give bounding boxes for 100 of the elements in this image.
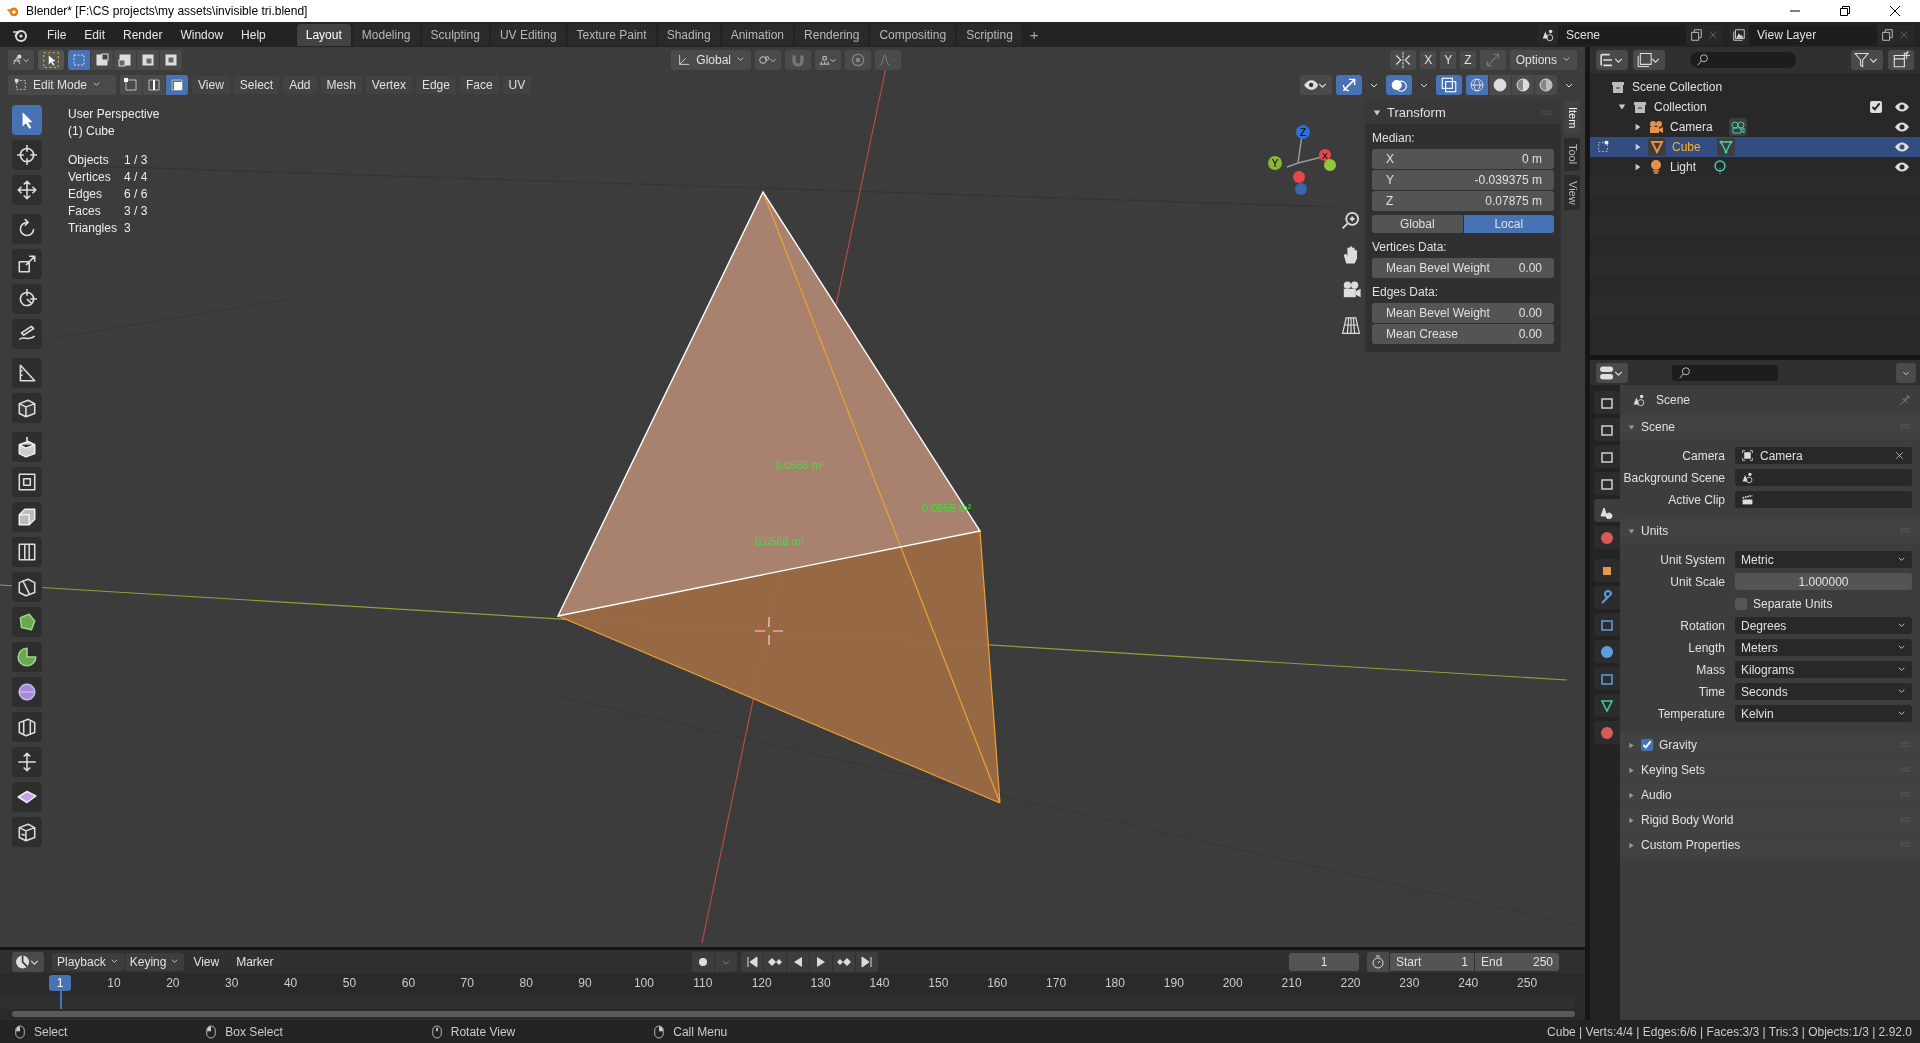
proportional-edit-icon[interactable] [845, 49, 871, 70]
tool-button[interactable] [12, 677, 42, 707]
next-keyframe-icon[interactable] [833, 951, 856, 972]
select-element-button[interactable] [143, 74, 165, 95]
drag-handle-icon[interactable] [1900, 742, 1912, 748]
workspace-tab[interactable]: Animation [721, 23, 794, 46]
expand-arrow-icon[interactable] [1634, 163, 1642, 171]
drag-handle-icon[interactable] [1900, 767, 1912, 773]
close-icon[interactable] [1889, 5, 1901, 17]
properties-tab[interactable] [1594, 499, 1620, 522]
workspace-tab[interactable]: Compositing [870, 23, 956, 46]
sidebar-tab[interactable]: Tool [1564, 138, 1580, 171]
properties-tab[interactable] [1594, 721, 1620, 744]
menu-item[interactable]: Edit [75, 24, 115, 45]
menu-dropdown[interactable]: Playback [52, 952, 124, 971]
tree-item[interactable]: Collection [1654, 100, 1707, 114]
properties-tab[interactable] [1594, 445, 1620, 468]
mode-dropdown[interactable]: Edit Mode [8, 74, 116, 95]
orientation-dropdown[interactable]: Global [671, 49, 751, 70]
panel-header[interactable]: Scene [1620, 415, 1920, 439]
mirror-axis-button[interactable]: Z [1460, 50, 1476, 69]
view-layer-field[interactable]: View Layer [1749, 24, 1877, 45]
properties-tab[interactable] [1594, 559, 1620, 582]
workspace-tab[interactable]: Rendering [795, 23, 869, 46]
toggle-button[interactable]: Local [1463, 215, 1554, 233]
workspace-tab[interactable]: Layout [296, 23, 351, 46]
search-field[interactable] [1672, 364, 1778, 381]
properties-tab[interactable] [1594, 640, 1620, 663]
properties-tab[interactable] [1594, 418, 1620, 441]
options-dropdown[interactable]: Options [1509, 49, 1577, 70]
magnet-icon[interactable] [785, 49, 811, 70]
number-field[interactable]: Mean Crease 0.00 [1372, 324, 1554, 344]
light-data-icon[interactable] [1712, 159, 1729, 175]
tool-button[interactable] [12, 642, 42, 672]
workspace-tab[interactable]: Sculpting [421, 23, 489, 46]
menu-item[interactable]: Window [171, 24, 233, 45]
tool-button[interactable] [12, 817, 42, 847]
camera-data-icon[interactable] [1728, 118, 1747, 136]
tool-button[interactable] [12, 319, 42, 349]
tool-button[interactable] [12, 537, 42, 567]
previous-keyframe-icon[interactable] [764, 951, 787, 972]
properties-tab[interactable] [1594, 667, 1620, 690]
tree-item[interactable]: Camera [1670, 120, 1713, 134]
tool-button[interactable] [12, 607, 42, 637]
pin-icon[interactable] [1898, 393, 1912, 407]
checkbox[interactable] [1641, 739, 1653, 751]
tree-item[interactable]: Scene Collection [1632, 80, 1723, 94]
tool-button[interactable] [12, 467, 42, 497]
editor-type-icon[interactable] [12, 951, 44, 972]
expand-arrow-icon[interactable] [1634, 123, 1642, 131]
menu-item[interactable]: Marker [228, 952, 282, 971]
menu-item[interactable]: Select [233, 75, 280, 94]
new-collection-icon[interactable] [1888, 50, 1914, 70]
dropdown[interactable]: Kilograms [1735, 661, 1912, 678]
panel-header[interactable]: Keying Sets [1620, 758, 1920, 782]
overlay-toggle-button[interactable] [1386, 74, 1412, 95]
scene-field[interactable]: Scene [1558, 24, 1686, 45]
shading-mode-button[interactable] [1466, 74, 1488, 95]
record-icon[interactable] [692, 951, 715, 972]
number-field[interactable]: Z 0.07875 m [1372, 191, 1554, 211]
panel-header[interactable]: Rigid Body World [1620, 808, 1920, 832]
tool-button[interactable] [12, 284, 42, 314]
properties-tab[interactable] [1594, 391, 1620, 414]
outliner-row[interactable]: Camera [1590, 117, 1920, 137]
properties-tab[interactable] [1594, 472, 1620, 495]
selection-mode-button[interactable] [68, 49, 90, 70]
filter-icon[interactable] [1851, 50, 1883, 70]
mirror-axis-button[interactable]: Y [1440, 50, 1457, 69]
tool-button[interactable] [12, 393, 42, 423]
object-field[interactable] [1735, 469, 1912, 486]
checkbox-label[interactable]: Separate Units [1753, 596, 1833, 611]
tool-button[interactable] [12, 105, 42, 135]
number-field[interactable]: Mean Bevel Weight 0.00 [1372, 303, 1554, 323]
drag-handle-icon[interactable] [1900, 424, 1912, 430]
restore-icon[interactable] [1839, 5, 1851, 17]
edit-mode-icon[interactable] [1596, 140, 1610, 154]
pivot-icon[interactable] [755, 49, 781, 70]
shading-mode-button[interactable] [1489, 74, 1511, 95]
object-field[interactable]: Camera [1735, 447, 1912, 464]
drag-handle-icon[interactable] [1900, 792, 1912, 798]
select-element-button[interactable] [120, 74, 142, 95]
drag-handle-icon[interactable] [1900, 842, 1912, 848]
panel-header[interactable]: Audio [1620, 783, 1920, 807]
tool-button[interactable] [12, 572, 42, 602]
tree-item[interactable]: Cube [1672, 140, 1701, 154]
display-mode-icon[interactable] [1633, 50, 1665, 70]
tool-button[interactable] [12, 712, 42, 742]
mirror-axis-button[interactable]: X [1420, 50, 1437, 69]
start-frame-field[interactable]: Start 1 [1390, 952, 1474, 971]
outliner-row[interactable]: Light [1590, 157, 1920, 177]
menu-item[interactable]: View [192, 75, 230, 94]
expand-arrow-icon[interactable] [1618, 103, 1626, 111]
number-field[interactable]: 1.000000 [1735, 573, 1912, 590]
selection-mode-button[interactable] [137, 49, 159, 70]
play-icon[interactable] [810, 951, 833, 972]
sidebar-tab[interactable]: View [1564, 174, 1580, 211]
tool-button[interactable] [12, 502, 42, 532]
workspace-tab[interactable]: UV Editing [490, 23, 566, 46]
editor-type-icon[interactable] [1596, 362, 1628, 383]
selection-mode-button[interactable] [91, 49, 113, 70]
